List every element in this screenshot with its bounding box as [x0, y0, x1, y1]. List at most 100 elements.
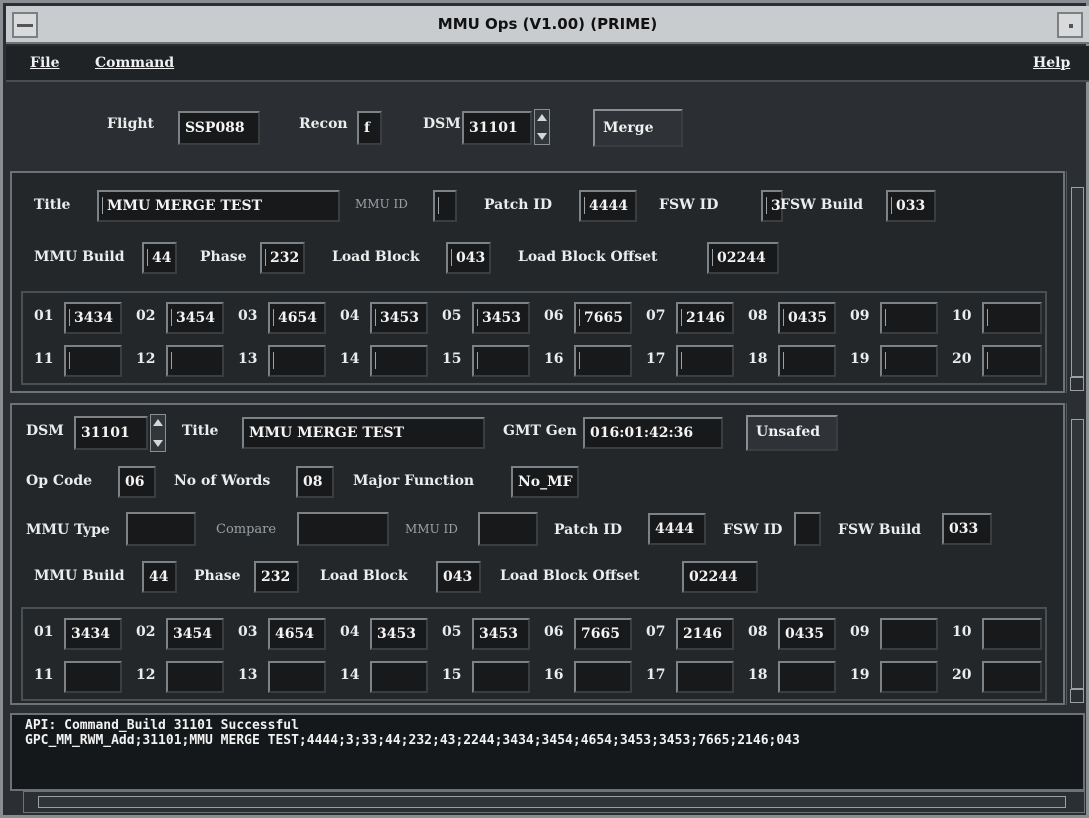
p2-opcode-field[interactable]: 06: [118, 466, 156, 498]
word-value-field[interactable]: [676, 661, 734, 693]
word-value-field[interactable]: 4654: [268, 302, 326, 334]
p1-vertical-scrollbar[interactable]: [1066, 171, 1086, 393]
word-number-label: 03: [238, 308, 258, 324]
word-value-field[interactable]: 7665: [574, 302, 632, 334]
word-value-field[interactable]: [166, 345, 224, 377]
word-value-field[interactable]: [880, 345, 938, 377]
word-value-field[interactable]: [982, 661, 1042, 693]
word-value-field[interactable]: [574, 661, 632, 693]
p2-majfn-field[interactable]: No_MF: [511, 466, 579, 498]
word-value-field[interactable]: 3454: [166, 618, 224, 650]
h-scroll-thumb[interactable]: [38, 796, 1066, 808]
p2-vertical-scrollbar[interactable]: [1066, 403, 1086, 705]
p1-fsw-build-field[interactable]: 033: [886, 190, 936, 222]
word-value-field[interactable]: 3453: [370, 302, 428, 334]
word-number-label: 19: [850, 667, 870, 683]
word-value-field[interactable]: 2146: [676, 302, 734, 334]
word-value-field[interactable]: 3454: [166, 302, 224, 334]
word-value-field[interactable]: [166, 661, 224, 693]
word-value-field[interactable]: 7665: [574, 618, 632, 650]
word-value-field[interactable]: [982, 345, 1042, 377]
word-value-field[interactable]: 3434: [64, 618, 122, 650]
p1-load-block-field[interactable]: 043: [446, 242, 491, 274]
p2-lbo-field[interactable]: 02244: [682, 561, 758, 593]
p2-mmu-type-field[interactable]: [126, 512, 196, 546]
spin-down-icon[interactable]: [153, 440, 163, 447]
dsm-field[interactable]: 31101: [462, 111, 532, 145]
word-value-field[interactable]: 3453: [472, 618, 530, 650]
word-value-field[interactable]: [370, 661, 428, 693]
p1-scroll-thumb[interactable]: [1071, 187, 1084, 377]
word-value-field[interactable]: [370, 345, 428, 377]
p2-title-field[interactable]: MMU MERGE TEST: [242, 417, 485, 449]
unsafed-button[interactable]: Unsafed: [746, 415, 838, 451]
spin-down-icon[interactable]: [537, 133, 547, 140]
p1-fsw-id-label: FSW ID: [659, 197, 719, 213]
merge-button[interactable]: Merge: [593, 109, 683, 147]
horizontal-scrollbar[interactable]: [23, 791, 1085, 813]
word-value-field[interactable]: [268, 345, 326, 377]
word-value-field[interactable]: [676, 345, 734, 377]
p1-patch-id-field[interactable]: 4444: [579, 190, 637, 222]
word-value-field[interactable]: 0435: [778, 302, 836, 334]
p2-dsm-field[interactable]: 31101: [74, 416, 148, 450]
word-number-label: 19: [850, 351, 870, 367]
p1-mmu-id-field[interactable]: [433, 190, 457, 222]
recon-field[interactable]: f: [357, 111, 382, 145]
word-value-field[interactable]: [880, 302, 938, 334]
word-value-field[interactable]: 3434: [64, 302, 122, 334]
p2-nwords-label: No of Words: [174, 473, 271, 489]
p2-compare-field[interactable]: [297, 512, 389, 546]
word-value-field[interactable]: [64, 345, 122, 377]
p1-scroll-down-icon[interactable]: [1070, 377, 1084, 391]
recon-label: Recon: [299, 116, 348, 132]
word-value-field[interactable]: 4654: [268, 618, 326, 650]
p1-lbo-field[interactable]: 02244: [707, 242, 779, 274]
word-value-field[interactable]: [778, 345, 836, 377]
status-line-2: GPC_MM_RWM_Add;31101;MMU MERGE TEST;4444…: [25, 733, 800, 748]
p2-scroll-down-icon[interactable]: [1070, 689, 1084, 703]
word-value-field[interactable]: [574, 345, 632, 377]
p2-gmt-field[interactable]: 016:01:42:36: [583, 417, 723, 449]
word-value-field[interactable]: [472, 661, 530, 693]
menu-command[interactable]: Command: [95, 55, 174, 71]
word-value-field[interactable]: 3453: [472, 302, 530, 334]
p2-fsw-build-field[interactable]: 033: [942, 513, 992, 545]
p2-phase-field[interactable]: 232: [254, 561, 299, 593]
p2-load-block-field[interactable]: 043: [436, 561, 481, 593]
p2-fsw-id-field[interactable]: [794, 512, 821, 546]
p2-scroll-thumb[interactable]: [1071, 419, 1084, 689]
p2-dsm-spinner[interactable]: [150, 414, 166, 452]
word-value-field[interactable]: [778, 661, 836, 693]
status-log: API: Command_Build 31101 Successful GPC_M…: [10, 713, 1085, 791]
title-bar[interactable]: MMU Ops (V1.00) (PRIME): [6, 6, 1089, 44]
word-number-label: 12: [136, 351, 156, 367]
word-value-field[interactable]: [472, 345, 530, 377]
menu-help[interactable]: Help: [1033, 55, 1070, 71]
p2-mmu-build-field[interactable]: 44: [142, 561, 177, 593]
spin-up-icon[interactable]: [537, 114, 547, 121]
word-value-field[interactable]: [982, 302, 1042, 334]
merge-result-panel: DSM 31101 Title MMU MERGE TEST GMT Gen 0…: [10, 403, 1065, 705]
p2-mmu-id-field[interactable]: [478, 512, 538, 546]
p1-words-group: 01 3434 02 3454 03 4654 04 3453 05 3453 06 7665 07 21…: [21, 291, 1047, 385]
word-value-field[interactable]: 0435: [778, 618, 836, 650]
p1-phase-field[interactable]: 232: [260, 242, 305, 274]
minimize-icon[interactable]: [1057, 12, 1083, 38]
p1-title-field[interactable]: MMU MERGE TEST: [97, 190, 340, 222]
spin-up-icon[interactable]: [153, 419, 163, 426]
word-value-field[interactable]: [982, 618, 1042, 650]
p1-mmu-build-field[interactable]: 44: [142, 242, 177, 274]
word-value-field[interactable]: [268, 661, 326, 693]
word-value-field[interactable]: 3453: [370, 618, 428, 650]
p2-patch-id-field[interactable]: 4444: [648, 513, 706, 545]
flight-field[interactable]: SSP088: [178, 111, 260, 145]
menu-file[interactable]: File: [30, 55, 59, 71]
word-value-field[interactable]: [64, 661, 122, 693]
word-value-field[interactable]: 2146: [676, 618, 734, 650]
word-number-label: 02: [136, 624, 156, 640]
word-value-field[interactable]: [880, 661, 938, 693]
p2-nwords-field[interactable]: 08: [296, 466, 334, 498]
dsm-spinner[interactable]: [534, 109, 550, 145]
word-value-field[interactable]: [880, 618, 938, 650]
